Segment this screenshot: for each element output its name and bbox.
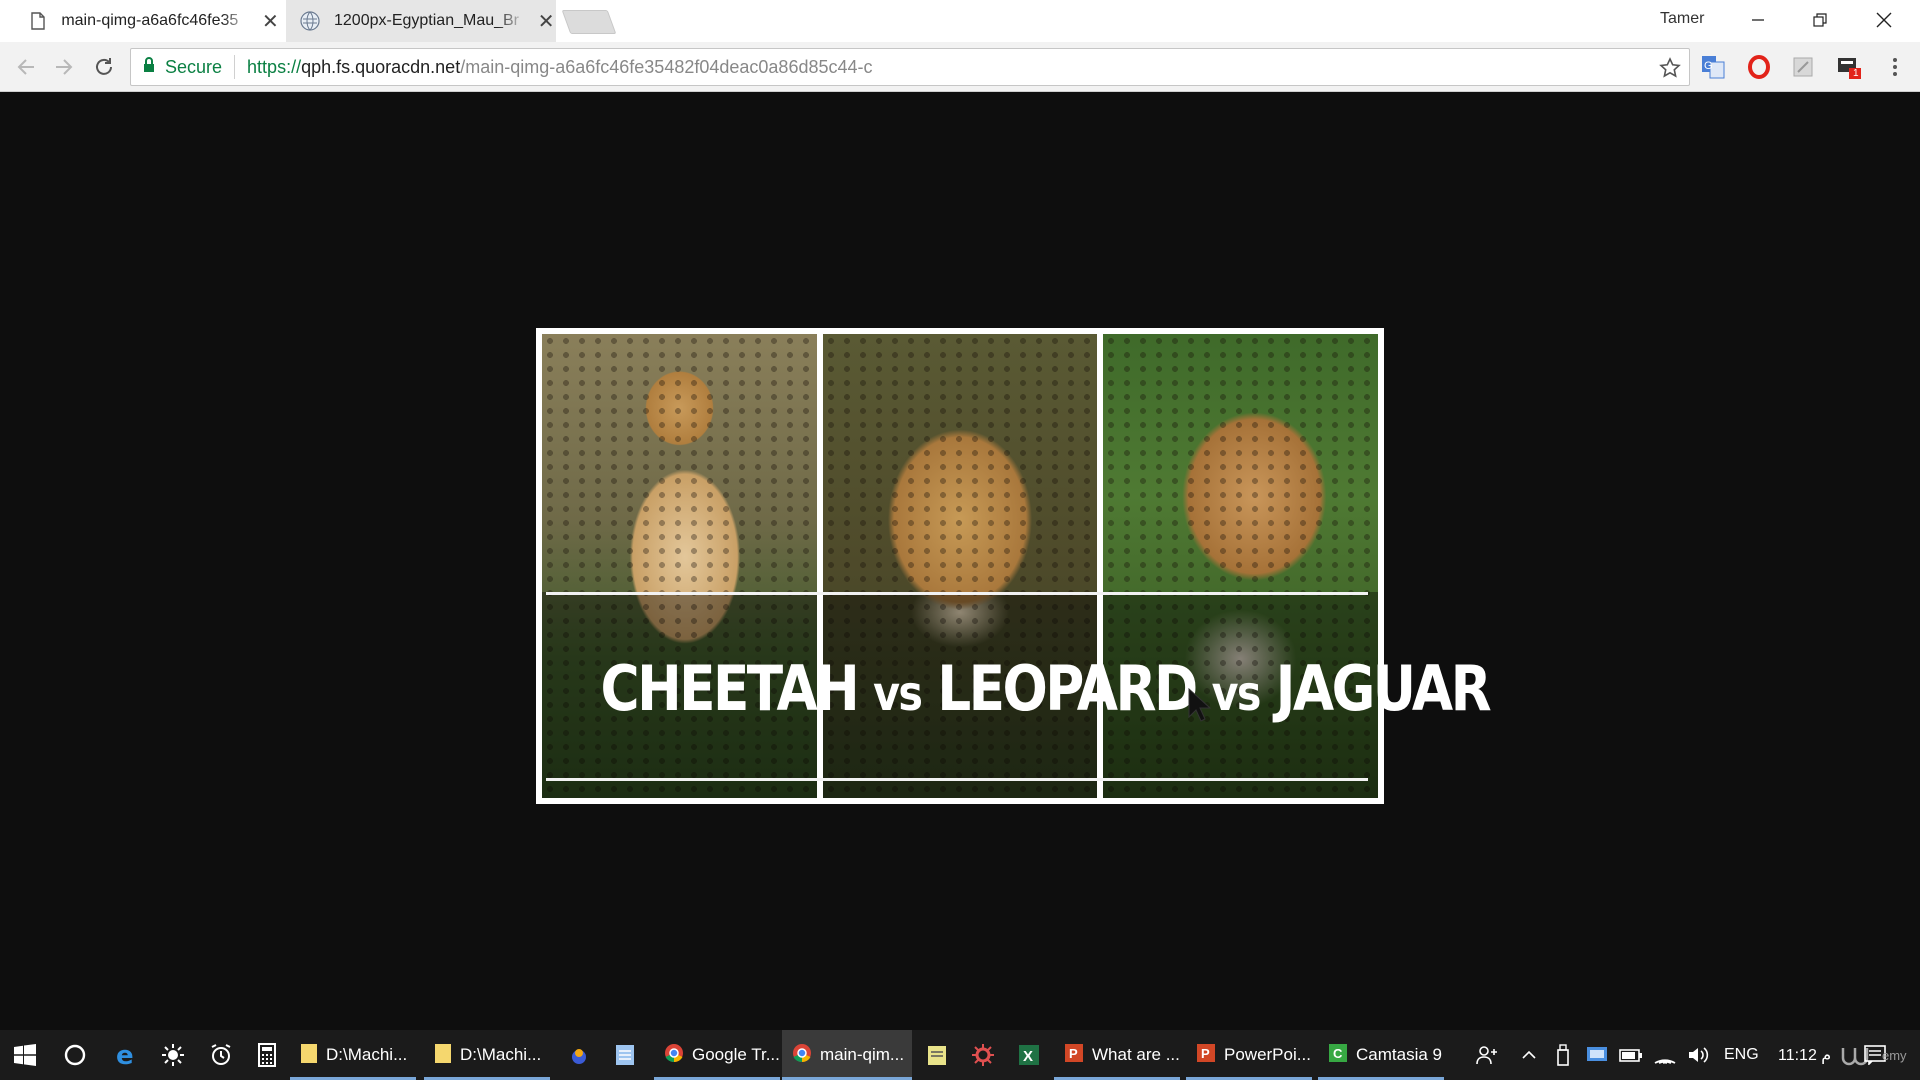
alarm-clock-icon[interactable] — [206, 1040, 236, 1070]
taskbar-app-label: main-qim... — [820, 1045, 905, 1064]
camtasia-icon: C — [1328, 1043, 1348, 1068]
folder-icon — [434, 1042, 452, 1069]
caption-jaguar: JAGUAR — [1275, 652, 1492, 725]
svg-text:X: X — [1023, 1048, 1033, 1065]
caption-vs: vs — [873, 666, 923, 722]
reload-icon[interactable] — [88, 51, 120, 83]
people-icon[interactable] — [1472, 1040, 1502, 1070]
jaguar-photo — [1103, 334, 1379, 798]
caption-vs: vs — [1211, 666, 1262, 722]
taskbar-app-explorer-1[interactable]: D:\Machi... — [290, 1030, 416, 1080]
svg-text:C: C — [1333, 1046, 1343, 1061]
calculator-icon[interactable] — [252, 1040, 282, 1070]
security-indicator[interactable]: Secure — [131, 55, 236, 79]
powerpoint-icon: P — [1196, 1043, 1216, 1068]
svg-text:e: e — [116, 1042, 134, 1068]
chrome-icon — [792, 1043, 812, 1068]
display-icon[interactable] — [1582, 1040, 1612, 1070]
svg-text:P: P — [1069, 1046, 1078, 1061]
tab-strip: main-qimg-a6a6fc46fe35 ✕ 1200px-Egyptian… — [0, 0, 1920, 42]
close-window-icon[interactable] — [1852, 0, 1916, 40]
close-icon[interactable]: ✕ — [261, 11, 280, 33]
taskbar-app-chrome-active[interactable]: main-qim... — [782, 1030, 912, 1080]
caption-leopard: LEOPARD — [937, 652, 1198, 725]
tab-egyptian-mau[interactable]: 1200px-Egyptian_Mau_Br ✕ — [286, 0, 556, 42]
taskbar-app-powerpoint-doc[interactable]: P What are ... — [1054, 1030, 1180, 1080]
clock[interactable]: 11:12 م — [1778, 1030, 1831, 1080]
taskbar-app-label: Camtasia 9 — [1356, 1045, 1442, 1064]
document-icon — [28, 11, 47, 31]
url-path: /main-qimg-a6a6fc46fe35482f04deac0a86d85… — [460, 56, 873, 77]
leopard-photo — [822, 334, 1098, 798]
paint-app-icon[interactable] — [564, 1040, 594, 1070]
notepad-app-icon[interactable] — [610, 1040, 640, 1070]
caption-bottom-rule — [546, 778, 1368, 781]
taskbar-app-label: PowerPoi... — [1224, 1045, 1311, 1064]
url-text[interactable]: https://qph.fs.quoracdn.net/main-qimg-a6… — [235, 57, 872, 78]
windows-taskbar: e D:\Machi... D:\Machi... Google Tr... m… — [0, 1030, 1920, 1080]
settings-gear-icon[interactable] — [968, 1040, 998, 1070]
powerpoint-icon: P — [1064, 1043, 1084, 1068]
comparison-image[interactable]: CHEETAH vs LEOPARD vs JAGUAR — [536, 328, 1492, 804]
taskbar-app-explorer-2[interactable]: D:\Machi... — [424, 1030, 550, 1080]
image-panels: CHEETAH vs LEOPARD vs JAGUAR — [542, 334, 1492, 798]
image-viewer: CHEETAH vs LEOPARD vs JAGUAR — [0, 92, 1920, 1030]
tab-title: main-qimg-a6a6fc46fe35 — [61, 12, 239, 29]
taskbar-app-google-translate[interactable]: Google Tr... — [654, 1030, 780, 1080]
wikipedia-icon — [300, 11, 320, 31]
svg-text:P: P — [1201, 1046, 1210, 1061]
folder-icon — [300, 1042, 318, 1069]
tab-title: 1200px-Egyptian_Mau_Br — [334, 12, 520, 29]
cortana-icon[interactable] — [60, 1040, 90, 1070]
windows-start-icon[interactable] — [10, 1040, 40, 1070]
sticky-notes-icon[interactable] — [922, 1040, 952, 1070]
url-scheme: https:// — [247, 56, 302, 77]
browser-toolbar: Secure https://qph.fs.quoracdn.net/main-… — [0, 42, 1920, 92]
taskbar-app-label: What are ... — [1092, 1045, 1180, 1064]
wifi-icon[interactable] — [1650, 1040, 1680, 1070]
caption-cheetah: CHEETAH — [600, 652, 860, 725]
brightness-icon[interactable] — [158, 1040, 188, 1070]
battery-icon[interactable] — [1616, 1040, 1646, 1070]
language-indicator[interactable]: ENG — [1724, 1030, 1759, 1080]
minimize-icon[interactable] — [1726, 0, 1790, 40]
watermark-text: emy — [1882, 1047, 1907, 1063]
cheetah-photo — [542, 334, 817, 798]
new-tab-button[interactable] — [561, 10, 617, 34]
tab-main-qimg[interactable]: main-qimg-a6a6fc46fe35 ✕ — [0, 0, 280, 42]
svg-text:G: G — [1704, 60, 1713, 72]
address-bar[interactable]: Secure https://qph.fs.quoracdn.net/main-… — [130, 48, 1690, 86]
taskbar-app-label: D:\Machi... — [460, 1045, 542, 1064]
bookmark-star-icon[interactable] — [1659, 57, 1681, 79]
opera-vpn-icon[interactable] — [1746, 54, 1772, 80]
chrome-icon — [664, 1043, 684, 1068]
forward-icon[interactable] — [48, 51, 80, 83]
chevron-up-icon[interactable] — [1514, 1040, 1544, 1070]
menu-kebab-icon[interactable] — [1882, 54, 1908, 80]
usb-device-icon[interactable] — [1548, 1040, 1578, 1070]
profile-name[interactable]: Tamer — [1660, 10, 1704, 28]
excel-icon[interactable]: X — [1014, 1040, 1044, 1070]
lock-icon — [143, 56, 155, 78]
extension-badge-count: 1 — [1853, 68, 1859, 79]
caption-top-rule — [546, 592, 1368, 595]
extension-puzzle-icon[interactable] — [1790, 54, 1816, 80]
secure-label: Secure — [165, 56, 223, 77]
taskbar-app-label: Google Tr... — [692, 1045, 780, 1064]
volume-icon[interactable] — [1684, 1040, 1714, 1070]
extension-badge-icon[interactable]: 1 — [1836, 54, 1862, 80]
edge-icon[interactable]: e — [112, 1040, 142, 1070]
back-icon[interactable] — [10, 51, 42, 83]
taskbar-app-powerpoint[interactable]: P PowerPoi... — [1186, 1030, 1312, 1080]
url-host: qph.fs.quoracdn.net — [301, 56, 461, 77]
taskbar-app-label: D:\Machi... — [326, 1045, 408, 1064]
restore-icon[interactable] — [1788, 0, 1852, 40]
close-icon[interactable]: ✕ — [536, 11, 556, 33]
taskbar-app-camtasia[interactable]: C Camtasia 9 — [1318, 1030, 1444, 1080]
google-translate-icon[interactable]: G — [1700, 54, 1726, 80]
